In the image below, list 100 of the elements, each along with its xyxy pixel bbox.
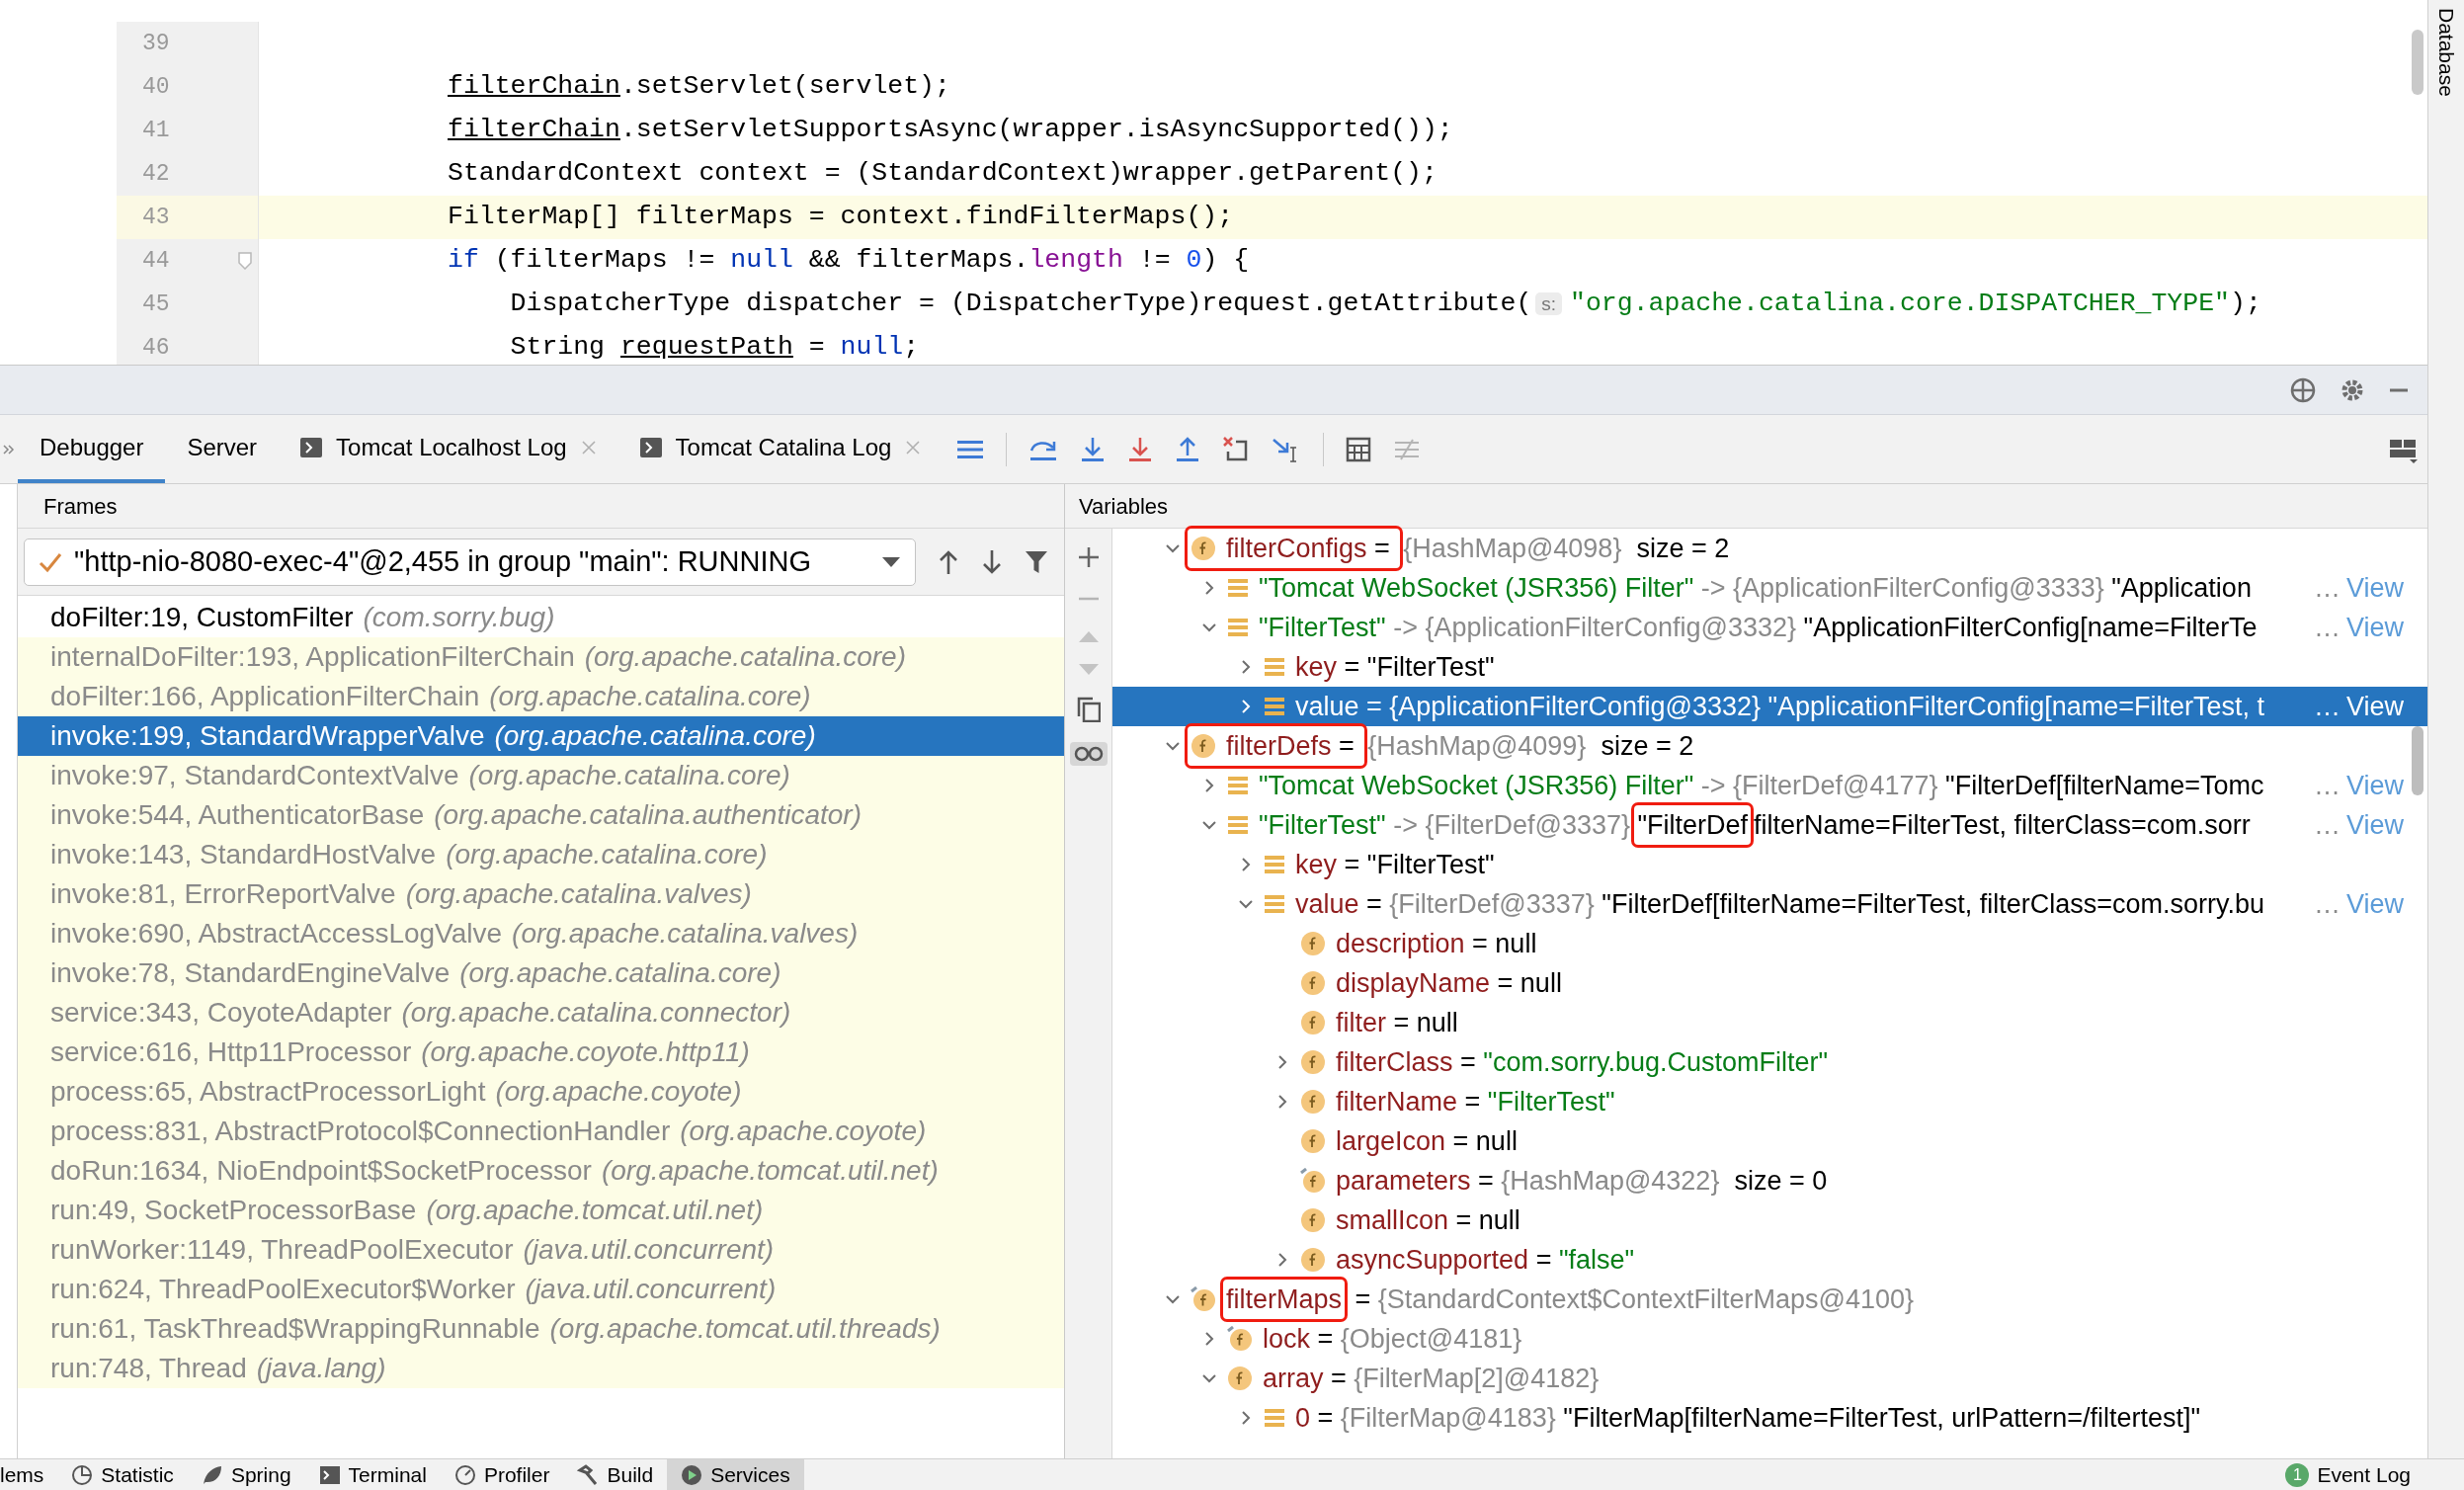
step-into-icon[interactable] [1080, 435, 1107, 463]
tree-row[interactable]: "Tomcat WebSocket (JSR356) Filter" -> {ApplicationFilterConfig@3333} "Application … View [1112, 568, 2427, 608]
play-icon [681, 1463, 703, 1486]
code-line: filterChain.setServlet(servlet); [448, 70, 950, 104]
code-line: DispatcherType dispatcher = (DispatcherType)request.getAttribute( s: "org.apache.catalina.core.DISPATCHER_TYPE"); [509, 288, 2261, 321]
tree-row[interactable]: filter = null [1112, 1003, 2427, 1042]
tree-row[interactable]: "FilterTest" -> {FilterDef@3337} "FilterDef filterName=FilterTest, filterClass=com.sorr … View [1112, 805, 2427, 845]
tab[interactable]: Tomcat Catalina Log [617, 415, 944, 483]
variable-text: value = {FilterDef@3337} "FilterDef[filterName=FilterTest, filterClass=com.sorry.bu [1295, 887, 2265, 921]
ellipsis: … [2313, 571, 2341, 605]
step-out-icon[interactable] [1175, 435, 1201, 463]
variable-text: filterMaps [1226, 1283, 1343, 1316]
tree-row[interactable]: value = {FilterDef@3337} "FilterDef[filterName=FilterTest, filterClass=com.sorry.bu … View [1112, 884, 2427, 924]
tree-row[interactable]: filterName = "FilterTest" [1112, 1082, 2427, 1121]
check-icon [39, 550, 62, 573]
pie-chart-icon [71, 1463, 94, 1486]
tree-row[interactable]: lock = {Object@4181} [1112, 1319, 2427, 1359]
code-line: filterChain.setServletSupportsAsync(wrapper.isAsyncSupported()); [448, 114, 1453, 147]
scrollbar-thumb[interactable] [2412, 726, 2423, 795]
line-number: 40 [142, 72, 170, 102]
tree-row[interactable]: filterConfigs = {HashMap@4098} size = 2 [1112, 529, 2427, 568]
terminal-icon [318, 1463, 341, 1486]
copy-icon[interactable] [1076, 697, 1101, 722]
variable-text: key = "FilterTest" [1295, 650, 1495, 684]
line-number: 42 [142, 159, 170, 189]
thread-dropdown[interactable]: "http-nio-8080-exec-4"@2,455 in group "main": RUNNING [24, 538, 916, 586]
caret-icon [881, 555, 901, 568]
tool-window-tab[interactable]: lems [0, 1459, 58, 1490]
tree-row[interactable]: parameters = {HashMap@4322} size = 0 [1112, 1161, 2427, 1200]
tree-row[interactable]: largeIcon = null [1112, 1121, 2427, 1161]
tree-row[interactable]: value = {ApplicationFilterConfig@3332} "ApplicationFilterConfig[name=FilterTest, t … View [1112, 687, 2427, 726]
variable-text: description = null [1336, 927, 1537, 960]
count-badge: 1 [2285, 1462, 2310, 1487]
code-line: StandardContext context = (StandardContext)wrapper.getParent(); [448, 157, 1437, 191]
more-tabs-icon[interactable] [3, 443, 15, 455]
tab[interactable]: Server [165, 415, 280, 483]
tab[interactable]: Tomcat Localhost Log [279, 415, 618, 483]
filter-icon[interactable] [1025, 548, 1048, 575]
tree-row[interactable]: key = "FilterTest" [1112, 647, 2427, 687]
tree-row[interactable]: filterDefs = {HashMap@4099} size = 2 [1112, 726, 2427, 766]
tree-row[interactable]: displayName = null [1112, 963, 2427, 1003]
line-number: 41 [142, 116, 170, 145]
tool-window-tab[interactable]: Database [2430, 8, 2462, 97]
tool-window-tab[interactable]: Terminal [304, 1459, 441, 1490]
leaf-icon [201, 1463, 223, 1486]
console-icon [300, 437, 323, 457]
ellipsis: … [2313, 808, 2341, 842]
variable-text: filterConfigs = [1226, 532, 1391, 565]
variable-text: "FilterDef [1637, 808, 1749, 842]
line-number: 39 [142, 29, 170, 58]
add-icon[interactable] [1077, 546, 1100, 568]
stack-frame[interactable]: invoke:199, StandardWrapperValve (org.apache.catalina.core) [18, 716, 1064, 756]
code-line: if (filterMaps != null && filterMaps.length != 0) { [448, 244, 1250, 278]
tree-row[interactable]: asyncSupported = "false" [1112, 1240, 2427, 1280]
tool-window-tab[interactable]: Services [667, 1459, 804, 1490]
tree-row[interactable]: smallIcon = null [1112, 1200, 2427, 1240]
variable-text: filter = null [1336, 1006, 1458, 1039]
tree-row[interactable]: "FilterTest" -> {ApplicationFilterConfig@3332} "ApplicationFilterConfig[name=FilterTe … View [1112, 608, 2427, 647]
tree-row[interactable]: array = {FilterMap[2]@4182} [1112, 1359, 2427, 1398]
arrow-up-icon[interactable] [938, 548, 959, 575]
tree-row[interactable]: 0 = {FilterMap@4183} "FilterMap[filterName=FilterTest, urlPattern=/filtertest]" [1112, 1398, 2427, 1438]
variable-text: smallIcon = null [1336, 1203, 1520, 1237]
fold-marker-icon [238, 252, 252, 270]
stack-frame[interactable]: doFilter:19, CustomFilter (com.sorry.bug) [18, 598, 1064, 637]
variable-text: "FilterTest" -> {ApplicationFilterConfig@3332} "ApplicationFilterConfig[name=FilterTe [1259, 611, 2258, 644]
event-log-tab[interactable]: 1 Event Log [2271, 1459, 2424, 1490]
tree-row[interactable]: key = "FilterTest" [1112, 845, 2427, 884]
variable-text: key = "FilterTest" [1295, 848, 1495, 881]
variable-text: = {StandardContext$ContextFilterMaps@4100} [1354, 1283, 1915, 1316]
line-number: 43 [142, 203, 170, 232]
step-into-icon[interactable] [1127, 435, 1154, 463]
line-number: 46 [142, 333, 170, 363]
variable-text: filterName=FilterTest, filterClass=com.sorr [1754, 808, 2251, 842]
ellipsis: … [2313, 769, 2341, 802]
calculator-icon[interactable] [1346, 436, 1372, 462]
variable-text: parameters = {HashMap@4322} size = 0 [1336, 1164, 1828, 1198]
variable-text: displayName = null [1336, 966, 1562, 1000]
variable-text: array = {FilterMap[2]@4182} [1263, 1362, 1600, 1395]
tree-row[interactable]: filterMaps = {StandardContext$ContextFilterMaps@4100} [1112, 1280, 2427, 1319]
variable-text: value = {ApplicationFilterConfig@3332} "ApplicationFilterConfig[name=FilterTest, t [1295, 690, 2264, 723]
glasses-icon[interactable] [1073, 746, 1104, 762]
tree-row[interactable]: "Tomcat WebSocket (JSR356) Filter" -> {FilterDef@4177} "FilterDef[filterName=Tomc … View [1112, 766, 2427, 805]
code-line: String requestPath = null; [509, 331, 920, 365]
scrollbar-thumb[interactable] [2412, 30, 2423, 95]
gauge-icon [453, 1463, 476, 1486]
code-line: FilterMap[] filterMaps = context.findFilterMaps(); [448, 201, 1234, 234]
target-icon[interactable] [2289, 375, 2317, 404]
tree-row[interactable]: filterClass = "com.sorry.bug.CustomFilter" [1112, 1042, 2427, 1082]
tool-window-tab[interactable]: Spring [187, 1459, 305, 1490]
tool-window-tab[interactable]: Statistic [57, 1459, 188, 1490]
variable-text: filterClass = "com.sorry.bug.CustomFilter" [1336, 1045, 1829, 1079]
view-link[interactable]: View [2345, 686, 2404, 727]
arrow-down-icon[interactable] [981, 548, 1003, 575]
line-number: 44 [142, 246, 170, 276]
tool-window-tab[interactable]: Profiler [440, 1459, 564, 1490]
ellipsis: … [2313, 611, 2341, 644]
variable-text: {HashMap@4099} size = 2 [1367, 729, 1694, 763]
tool-window-tab[interactable]: Build [563, 1459, 668, 1490]
variable-text: "FilterTest" -> {FilterDef@3337} [1259, 808, 1631, 842]
tree-row[interactable]: description = null [1112, 924, 2427, 963]
